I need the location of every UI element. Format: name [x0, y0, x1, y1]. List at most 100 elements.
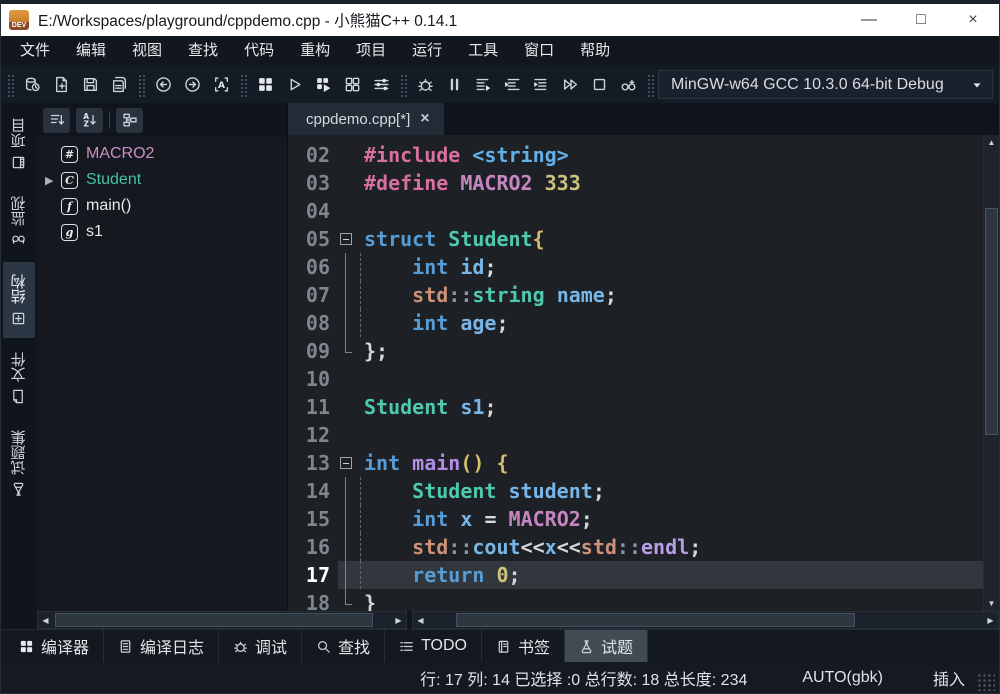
code-line[interactable]: 10	[288, 365, 983, 393]
sidebar-tab-flask[interactable]: 试题集	[3, 418, 35, 509]
code-text[interactable]: int id;	[356, 253, 983, 281]
vscroll-track[interactable]	[984, 150, 999, 596]
hscroll-thumb[interactable]	[55, 613, 373, 627]
code-line[interactable]: 15 int x = MACRO2;	[288, 505, 983, 533]
add-watch-button[interactable]	[614, 71, 643, 99]
sidebar-tab-watch[interactable]: 监视	[3, 184, 35, 260]
code-line[interactable]: 02#include <string>	[288, 141, 983, 169]
compile-run-button[interactable]	[309, 71, 338, 99]
hscroll-thumb[interactable]	[456, 613, 856, 627]
bug-button[interactable]	[411, 71, 440, 99]
menu-item-10[interactable]: 窗口	[511, 36, 567, 66]
code-line[interactable]: 12	[288, 421, 983, 449]
back-button[interactable]	[149, 71, 178, 99]
tree-item-s1[interactable]: gs1	[37, 219, 287, 245]
code-text[interactable]: Student s1;	[356, 393, 983, 421]
toolbar-grip[interactable]	[646, 73, 655, 97]
toolbar-grip[interactable]	[239, 73, 248, 97]
bottom-tab-file-lines[interactable]: 编译日志	[104, 630, 219, 662]
step-out-button[interactable]	[527, 71, 556, 99]
code-text[interactable]: std::cout<<x<<std::endl;	[356, 533, 983, 561]
rebuild-button[interactable]	[338, 71, 367, 99]
compiler-set-select[interactable]: MinGW-w64 GCC 10.3.0 64-bit Debug	[658, 70, 993, 99]
new-file-button[interactable]	[47, 71, 76, 99]
bottom-tab-book[interactable]: 书签	[482, 630, 565, 662]
editor-vscrollbar[interactable]: ▲ ▼	[983, 135, 999, 611]
continue-button[interactable]	[556, 71, 585, 99]
sidebar-tab-project[interactable]: 项目	[3, 106, 35, 182]
resize-grip-icon[interactable]	[977, 673, 995, 691]
save-button[interactable]	[76, 71, 105, 99]
menu-item-9[interactable]: 工具	[455, 36, 511, 66]
pause-button[interactable]	[440, 71, 469, 99]
code-text[interactable]: int main() {	[356, 449, 983, 477]
code-line[interactable]: 14 Student student;	[288, 477, 983, 505]
sort-by-type-button[interactable]	[43, 108, 70, 133]
sidebar-tab-structure[interactable]: 结构	[3, 262, 35, 338]
bottom-tab-search[interactable]: 查找	[302, 630, 385, 662]
bottom-tab-compile[interactable]: 编译器	[5, 630, 104, 662]
code-line[interactable]: 04	[288, 197, 983, 225]
code-line[interactable]: 18}	[288, 589, 983, 611]
fold-toggle-icon[interactable]	[338, 225, 356, 253]
hscroll-track[interactable]	[53, 612, 391, 628]
code-text[interactable]	[356, 421, 983, 449]
scroll-right-icon[interactable]: ▶	[983, 612, 998, 628]
menu-item-5[interactable]: 代码	[231, 36, 287, 66]
minimize-button[interactable]: —	[843, 4, 895, 36]
expand-caret-icon[interactable]: ▶	[45, 174, 53, 187]
tree-item-main[interactable]: fmain()	[37, 193, 287, 219]
code-text[interactable]: int x = MACRO2;	[356, 505, 983, 533]
hscroll-track[interactable]	[428, 612, 983, 628]
fold-toggle-icon[interactable]	[338, 449, 356, 477]
menu-item-8[interactable]: 运行	[399, 36, 455, 66]
menu-item-7[interactable]: 项目	[343, 36, 399, 66]
sidepanel-hscrollbar[interactable]: ◀ ▶	[37, 611, 407, 629]
scroll-left-icon[interactable]: ◀	[38, 612, 53, 628]
code-line[interactable]: 09};	[288, 337, 983, 365]
maximize-button[interactable]: □	[895, 4, 947, 36]
code-text[interactable]: };	[356, 337, 983, 365]
code-line[interactable]: 16 std::cout<<x<<std::endl;	[288, 533, 983, 561]
show-inherited-button[interactable]	[116, 108, 143, 133]
vscroll-thumb[interactable]	[985, 208, 998, 435]
toolbar-grip[interactable]	[6, 73, 15, 97]
step-into-button[interactable]	[498, 71, 527, 99]
scroll-left-icon[interactable]: ◀	[413, 612, 428, 628]
reformat-button[interactable]: A	[207, 71, 236, 99]
code-line[interactable]: 03#define MACRO2 333	[288, 169, 983, 197]
scroll-right-icon[interactable]: ▶	[391, 612, 406, 628]
menu-item-6[interactable]: 重构	[287, 36, 343, 66]
save-all-button[interactable]	[105, 71, 134, 99]
stop-button[interactable]	[585, 71, 614, 99]
sidebar-tab-files[interactable]: 文件	[3, 340, 35, 416]
code-text[interactable]: #include <string>	[356, 141, 983, 169]
editor-tab[interactable]: cppdemo.cpp[*] ×	[288, 103, 444, 135]
forward-button[interactable]	[178, 71, 207, 99]
code-line[interactable]: 08 int age;	[288, 309, 983, 337]
code-text[interactable]: }	[356, 589, 983, 611]
code-text[interactable]: struct Student{	[356, 225, 983, 253]
code-line[interactable]: 06 int id;	[288, 253, 983, 281]
code-line[interactable]: 07 std::string name;	[288, 281, 983, 309]
scroll-up-icon[interactable]: ▲	[984, 135, 999, 150]
code-line[interactable]: 11Student s1;	[288, 393, 983, 421]
close-button[interactable]: ×	[947, 4, 999, 36]
sort-alpha-button[interactable]: AZ	[76, 108, 103, 133]
class-browser-tree[interactable]: #MACRO2▶CStudentfmain()gs1	[37, 137, 287, 611]
bottom-tab-todo[interactable]: TODO	[385, 630, 482, 662]
menu-item-11[interactable]: 帮助	[567, 36, 623, 66]
run-button[interactable]	[280, 71, 309, 99]
tree-item-macro2[interactable]: #MACRO2	[37, 141, 287, 167]
menu-item-2[interactable]: 编辑	[63, 36, 119, 66]
code-text[interactable]: std::string name;	[356, 281, 983, 309]
menu-item-1[interactable]: 文件	[7, 36, 63, 66]
scroll-down-icon[interactable]: ▼	[984, 596, 999, 611]
code-line[interactable]: 13int main() {	[288, 449, 983, 477]
status-encoding[interactable]: AUTO(gbk)	[802, 669, 883, 687]
code-text[interactable]: int age;	[356, 309, 983, 337]
code-text[interactable]: return 0;	[356, 561, 983, 589]
menu-item-3[interactable]: 视图	[119, 36, 175, 66]
open-button[interactable]	[18, 71, 47, 99]
compile-button[interactable]	[251, 71, 280, 99]
